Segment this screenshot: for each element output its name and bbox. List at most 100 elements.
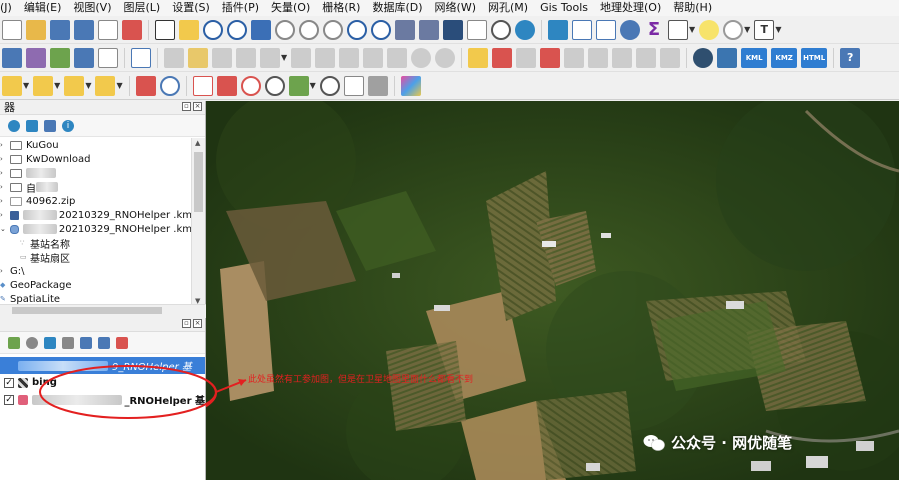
diagram-icon[interactable] xyxy=(516,47,537,68)
show-bookmarks-icon[interactable] xyxy=(467,19,487,40)
attribute-table-icon[interactable] xyxy=(572,19,592,40)
select-features-icon[interactable] xyxy=(2,75,22,96)
menu-processing[interactable]: 地理处理(O) xyxy=(594,0,667,16)
browser-vertical-scrollbar[interactable]: ▲ ▼ xyxy=(191,138,205,306)
new-3d-map-icon[interactable] xyxy=(419,19,439,40)
current-edits-icon[interactable] xyxy=(164,47,184,68)
expand-all-icon[interactable] xyxy=(80,336,92,349)
scrollbar-thumb[interactable] xyxy=(12,307,162,314)
pan-to-selection-icon[interactable] xyxy=(179,19,199,40)
new-map-view-icon[interactable] xyxy=(395,19,415,40)
change-label-icon[interactable] xyxy=(636,47,657,68)
pan-hand-icon[interactable] xyxy=(155,19,175,40)
chevron-down-icon[interactable]: ▼ xyxy=(116,81,122,90)
scroll-up-icon[interactable]: ▲ xyxy=(195,139,200,147)
text-annotation-icon[interactable]: T xyxy=(754,19,775,40)
collapse-all-icon[interactable] xyxy=(44,119,56,132)
3d-cube-icon[interactable] xyxy=(400,75,421,96)
chevron-down-icon[interactable]: ▼ xyxy=(744,25,750,34)
map-canvas[interactable] xyxy=(206,101,899,480)
data-source-manager-icon[interactable] xyxy=(2,47,22,68)
refresh-icon[interactable] xyxy=(515,19,535,40)
expand-icon[interactable]: ⌄ xyxy=(0,225,6,233)
zoom-last-icon[interactable] xyxy=(347,19,367,40)
new-project-icon[interactable] xyxy=(2,19,22,40)
identify-icon[interactable] xyxy=(548,19,568,40)
add-vector-icon[interactable] xyxy=(50,47,70,68)
filter-icon[interactable] xyxy=(26,119,38,132)
show-hide-label-icon[interactable] xyxy=(660,47,681,68)
tree-item[interactable]: › 40962.zip xyxy=(0,194,192,208)
cut-features-icon[interactable] xyxy=(339,47,360,68)
rotate-label-icon[interactable] xyxy=(612,47,633,68)
tree-item[interactable]: ∵ 基站名称 xyxy=(0,236,192,251)
add-raster-icon[interactable] xyxy=(74,47,94,68)
expand-icon[interactable]: › xyxy=(0,197,6,205)
save-project-icon[interactable] xyxy=(50,19,70,40)
expand-icon[interactable]: › xyxy=(0,169,6,177)
tree-item[interactable]: › G:\ xyxy=(0,264,192,278)
menu-project[interactable]: (J) xyxy=(0,0,18,16)
expand-icon[interactable]: › xyxy=(0,141,6,149)
add-layer-icon[interactable] xyxy=(26,47,46,68)
expand-icon[interactable]: › xyxy=(0,267,6,275)
temporal-clock-icon[interactable] xyxy=(491,19,511,40)
extent-icon[interactable] xyxy=(288,75,309,96)
tree-item[interactable]: ◆ GeoPackage xyxy=(0,278,192,292)
paste-features-icon[interactable] xyxy=(387,47,408,68)
select-location-icon[interactable] xyxy=(95,75,116,96)
layer-item-selected[interactable]: 9_RNOHelper 基 xyxy=(0,357,205,374)
map-tips-icon[interactable] xyxy=(699,19,720,40)
menu-plugins[interactable]: 插件(P) xyxy=(216,0,265,16)
vertex-tool-icon[interactable] xyxy=(260,47,280,68)
tools-wrench-icon[interactable] xyxy=(367,75,388,96)
settings-gear-icon[interactable] xyxy=(620,19,640,40)
chevron-down-icon[interactable]: ▼ xyxy=(54,81,60,90)
menu-layer[interactable]: 图层(L) xyxy=(117,0,166,16)
kmz-export-icon[interactable]: KMZ xyxy=(771,47,798,68)
statistics-sigma-icon[interactable]: Σ xyxy=(644,19,664,40)
tree-item[interactable]: ▭ 基站扇区 xyxy=(0,250,192,265)
menu-vector[interactable]: 矢量(O) xyxy=(265,0,316,16)
style-panel-icon[interactable] xyxy=(8,336,20,349)
delete-selected-icon[interactable] xyxy=(315,47,336,68)
tree-item[interactable]: › 20210329_RNOHelper .km xyxy=(0,208,192,222)
measure-area-icon[interactable] xyxy=(240,75,261,96)
add-feature-icon[interactable] xyxy=(236,47,256,68)
bookmark-icon[interactable] xyxy=(443,19,463,40)
pin-label-icon[interactable] xyxy=(540,47,561,68)
zoom-full-icon[interactable] xyxy=(251,19,271,40)
save-as-icon[interactable] xyxy=(74,19,94,40)
float-panel-icon[interactable]: ▫ xyxy=(182,102,191,111)
zoom-to-selection-icon[interactable] xyxy=(159,75,180,96)
undo-icon[interactable] xyxy=(411,47,432,68)
print-layout-icon[interactable] xyxy=(98,19,118,40)
zoom-layer-icon[interactable] xyxy=(299,19,319,40)
globe-plugin-icon[interactable] xyxy=(693,47,714,68)
collapse-all-icon[interactable] xyxy=(98,336,110,349)
scrollbar-thumb[interactable] xyxy=(194,152,203,212)
browser-horizontal-scrollbar[interactable] xyxy=(0,304,206,316)
expand-icon[interactable]: › xyxy=(0,211,6,219)
chevron-down-icon[interactable]: ▼ xyxy=(281,53,287,62)
zoom-native-icon[interactable] xyxy=(323,19,343,40)
chevron-down-icon[interactable]: ▼ xyxy=(689,25,695,34)
add-point-icon[interactable] xyxy=(192,75,213,96)
coordinates-icon[interactable] xyxy=(343,75,364,96)
expand-icon[interactable]: › xyxy=(0,155,6,163)
float-panel-icon[interactable]: ▫ xyxy=(182,319,191,328)
menu-gis-tools[interactable]: Gis Tools xyxy=(534,0,594,16)
tree-item[interactable]: › KuGou xyxy=(0,138,192,152)
menu-mesh[interactable]: 网孔(M) xyxy=(482,0,534,16)
locator-search-icon[interactable] xyxy=(723,19,744,40)
chevron-down-icon[interactable]: ▼ xyxy=(23,81,29,90)
measure-ruler-icon[interactable] xyxy=(668,19,688,40)
add-polygon-icon[interactable] xyxy=(216,75,237,96)
compass-icon[interactable] xyxy=(319,75,340,96)
highlight-label-icon[interactable] xyxy=(564,47,585,68)
close-panel-icon[interactable]: × xyxy=(193,319,202,328)
zoom-out-icon[interactable] xyxy=(227,19,247,40)
remove-layer-icon[interactable] xyxy=(116,336,128,349)
chevron-down-icon[interactable]: ▼ xyxy=(85,81,91,90)
properties-info-icon[interactable]: i xyxy=(62,119,74,132)
